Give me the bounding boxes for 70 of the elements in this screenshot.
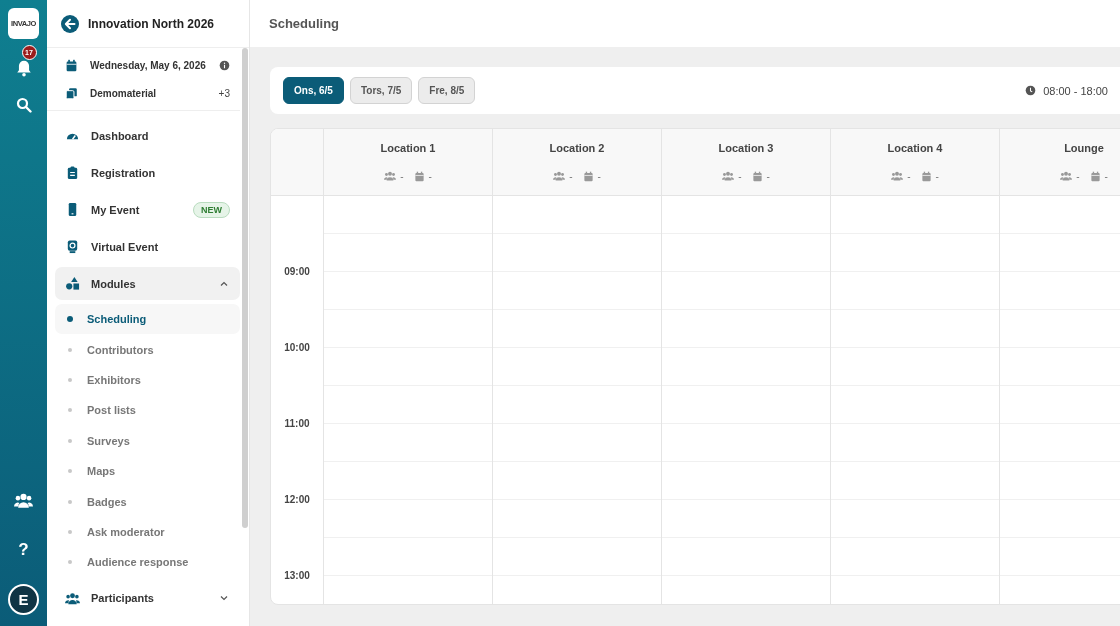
calendar-icon [1089, 170, 1101, 182]
calendar-icon [920, 170, 932, 182]
time-label: 11:00 [284, 417, 310, 429]
monitor-icon [65, 239, 80, 254]
people-icon[interactable] [14, 491, 33, 510]
info-icon [219, 59, 230, 71]
session-count: - [935, 170, 939, 182]
submenu-item[interactable]: Scheduling [55, 304, 240, 335]
submenu-item[interactable]: Badges [55, 486, 240, 517]
location-name: Location 2 [549, 142, 605, 154]
submenu-item[interactable]: Contributors [55, 334, 240, 365]
nav-item[interactable]: Participants [55, 581, 240, 615]
location-name: Lounge [1064, 142, 1104, 154]
session-count: - [428, 170, 432, 182]
calendar-icon [413, 170, 425, 182]
avatar[interactable]: E [8, 584, 39, 615]
nav-item[interactable]: Modules [55, 267, 240, 300]
calendar-icon [582, 170, 594, 182]
nav-item[interactable]: Virtual Event [55, 230, 240, 263]
submenu-item[interactable]: Audience response [55, 547, 240, 578]
scrollbar[interactable] [242, 48, 248, 528]
calendar-icon [65, 58, 78, 72]
day-tab[interactable]: Ons, 6/5 [283, 77, 344, 104]
people-count: - [738, 170, 742, 182]
session-count: - [766, 170, 770, 182]
search-icon[interactable] [15, 97, 32, 113]
day-tab[interactable]: Fre, 8/5 [418, 77, 476, 104]
people-count: - [400, 170, 404, 182]
shapes-icon [65, 276, 80, 291]
location-name: Location 1 [380, 142, 436, 154]
submenu-item[interactable]: Surveys [55, 425, 240, 456]
event-title: Innovation North 2026 [88, 16, 215, 31]
session-count: - [597, 170, 601, 182]
people-icon [891, 170, 904, 182]
event-date: Wednesday, May 6, 2026 [90, 59, 206, 71]
time-label: 09:00 [284, 265, 310, 277]
nav-item[interactable]: Dashboard [55, 119, 240, 152]
people-icon [384, 170, 397, 182]
submenu-item[interactable]: Post lists [55, 395, 240, 426]
new-badge: NEW [193, 201, 230, 218]
time-label: 12:00 [284, 493, 310, 505]
people-count: - [1076, 170, 1080, 182]
session-count: - [1104, 170, 1108, 182]
location-name: Location 4 [887, 142, 943, 154]
nav-item[interactable]: My Event NEW [55, 193, 240, 226]
people-icon [722, 170, 735, 182]
submenu-item[interactable]: Maps [55, 455, 240, 487]
people-icon [553, 170, 566, 182]
location-name: Location 3 [718, 142, 774, 154]
bell-icon[interactable] [14, 59, 33, 77]
people-count: - [569, 170, 573, 182]
clock-icon [1025, 85, 1037, 96]
submenu-item[interactable]: Ask moderator [55, 516, 240, 548]
people-icon [1060, 170, 1073, 182]
submenu-item[interactable]: Exhibitors [55, 364, 240, 396]
back-icon[interactable] [61, 14, 79, 33]
time-label: 10:00 [284, 341, 310, 353]
material-count: +3 [218, 87, 230, 99]
clipboard-icon [65, 165, 80, 180]
nav-item[interactable]: Registration [55, 156, 240, 189]
people-count: - [907, 170, 911, 182]
help-icon[interactable]: ? [18, 540, 29, 560]
page-title: Scheduling [269, 16, 340, 31]
people-icon [65, 590, 80, 606]
material-label: Demomaterial [90, 87, 157, 99]
time-label: 13:00 [284, 569, 310, 581]
copy-icon [65, 86, 78, 100]
calendar-icon [751, 170, 763, 182]
day-tab[interactable]: Tors, 7/5 [349, 77, 413, 104]
time-range: 08:00 - 18:00 [1043, 84, 1108, 97]
